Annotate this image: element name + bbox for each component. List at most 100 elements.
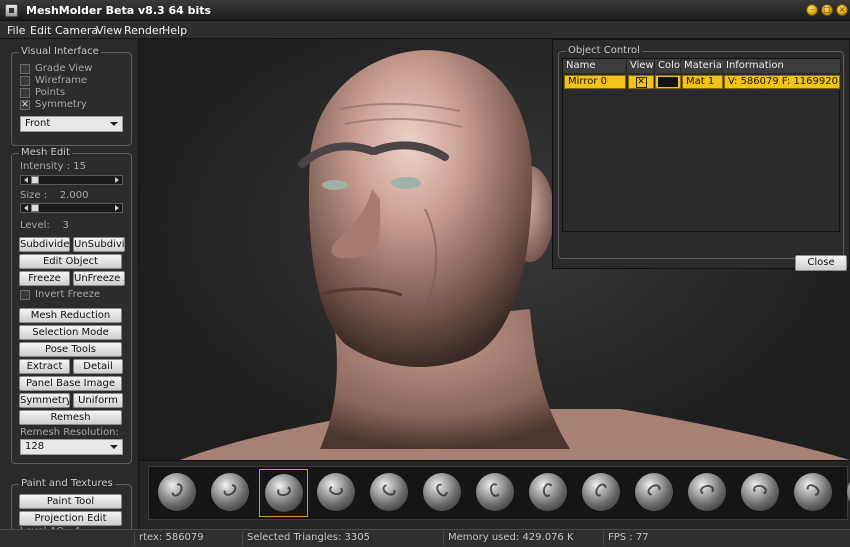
mesh-edit-title: Mesh Edit <box>19 147 72 158</box>
brush-item[interactable] <box>206 469 255 517</box>
size-label: Size : 2.000 <box>20 190 89 201</box>
brush-snake-icon <box>635 473 673 511</box>
points-label: Points <box>35 87 66 98</box>
col-header-name[interactable]: Name <box>563 59 627 73</box>
brush-item[interactable] <box>524 469 573 517</box>
col-header-information[interactable]: Information <box>723 59 841 73</box>
col-header-color[interactable]: Color <box>655 59 684 73</box>
brush-move-icon <box>582 473 620 511</box>
extract-button[interactable]: Extract <box>19 359 70 374</box>
brush-item[interactable] <box>471 469 520 517</box>
chevron-down-icon <box>110 122 118 126</box>
remesh-button[interactable]: Remesh <box>19 410 122 425</box>
menu-camera[interactable]: Camera <box>55 24 98 37</box>
view-select-value: Front <box>25 118 51 129</box>
title-bar: MeshMolder Beta v8.3 64 bits – □ × <box>0 0 850 21</box>
slider-thumb[interactable] <box>31 176 39 184</box>
symmetry-button[interactable]: Symmetry <box>19 393 70 408</box>
arrow-right-icon[interactable] <box>115 205 119 211</box>
brush-clay-icon <box>476 473 514 511</box>
arrow-right-icon[interactable] <box>115 177 119 183</box>
brush-item[interactable] <box>736 469 785 517</box>
projection-edit-button[interactable]: Projection Edit <box>19 511 122 526</box>
close-button[interactable]: Close <box>795 255 847 271</box>
level-value: 3 <box>62 220 69 231</box>
grade-view-label: Grade View <box>35 63 93 74</box>
size-slider[interactable] <box>20 203 123 213</box>
menu-view[interactable]: View <box>96 24 122 37</box>
points-checkbox[interactable] <box>20 88 30 98</box>
object-table: Name View Color Material Information Mir… <box>562 58 841 232</box>
object-control-title: Object Control <box>566 45 642 56</box>
detail-button[interactable]: Detail <box>73 359 123 374</box>
intensity-label: Intensity : 15 <box>20 161 86 172</box>
grade-view-checkbox[interactable] <box>20 64 30 74</box>
object-information-cell: V: 586079 F: 1169920 <box>724 75 840 89</box>
minimize-icon[interactable]: – <box>806 4 818 16</box>
slider-thumb[interactable] <box>31 204 39 212</box>
remesh-resolution-select[interactable]: 128 <box>20 439 123 455</box>
status-selected-triangles: Selected Triangles: 3305 <box>242 532 442 546</box>
status-fps: FPS : 77 <box>603 532 850 546</box>
freeze-button[interactable]: Freeze <box>19 271 70 286</box>
edit-object-button[interactable]: Edit Object <box>19 254 122 269</box>
level-label: Level: 3 <box>20 220 69 231</box>
brush-item[interactable] <box>153 469 202 517</box>
object-material-cell[interactable]: Mat 1 <box>682 75 723 89</box>
status-memory: Memory used: 429.076 K <box>443 532 603 546</box>
menu-render[interactable]: Render <box>124 24 163 37</box>
brush-standard-icon <box>158 473 196 511</box>
table-row[interactable]: Mirror 0 ✕ Mat 1 V: 586079 F: 1169920 <box>564 74 840 90</box>
subdivide-button[interactable]: Subdivide <box>19 237 70 252</box>
brush-item[interactable] <box>842 469 850 517</box>
brush-item[interactable] <box>418 469 467 517</box>
brush-nudge-icon <box>794 473 832 511</box>
pose-tools-button[interactable]: Pose Tools <box>19 342 122 357</box>
panel-base-image-button[interactable]: Panel Base Image <box>19 376 122 391</box>
menu-help[interactable]: Help <box>162 24 187 37</box>
col-header-view[interactable]: View <box>627 59 655 73</box>
mesh-reduction-button[interactable]: Mesh Reduction <box>19 308 122 323</box>
wireframe-checkbox[interactable] <box>20 76 30 86</box>
paint-tool-button[interactable]: Paint Tool <box>19 494 122 509</box>
close-icon[interactable]: × <box>836 4 848 16</box>
object-color-cell[interactable] <box>655 75 681 89</box>
status-vertex: rtex: 586079 <box>134 532 242 546</box>
brush-item[interactable] <box>312 469 361 517</box>
menu-edit[interactable]: Edit <box>30 24 51 37</box>
view-checkbox[interactable]: ✕ <box>635 77 647 88</box>
brush-item[interactable] <box>683 469 732 517</box>
maximize-icon[interactable]: □ <box>821 4 833 16</box>
visual-interface-group: Visual Interface Grade View Wireframe Po… <box>11 46 132 146</box>
view-select[interactable]: Front <box>20 116 123 132</box>
status-bar: rtex: 586079 Selected Triangles: 3305 Me… <box>0 529 850 547</box>
unsubdivide-button[interactable]: UnSubdivide <box>73 237 125 252</box>
brush-flatten-icon <box>317 473 355 511</box>
brush-item[interactable] <box>365 469 414 517</box>
object-view-toggle[interactable]: ✕ <box>628 75 654 89</box>
uniform-button[interactable]: Uniform <box>73 393 123 408</box>
col-header-material[interactable]: Material <box>681 59 725 73</box>
brush-item[interactable] <box>577 469 626 517</box>
color-swatch[interactable] <box>658 77 678 87</box>
intensity-value: 15 <box>73 161 86 172</box>
brush-item[interactable] <box>259 469 308 517</box>
invert-freeze-checkbox[interactable] <box>20 290 30 300</box>
size-value: 2.000 <box>59 190 89 201</box>
brush-strip <box>148 466 850 520</box>
chevron-down-icon <box>110 445 118 449</box>
object-control-group: Object Control Name View Color Material … <box>558 45 847 271</box>
symmetry-checkbox[interactable]: ✕ <box>20 100 30 110</box>
arrow-left-icon[interactable] <box>24 205 28 211</box>
unfreeze-all-button[interactable]: UnFreeze All <box>73 271 125 286</box>
intensity-slider[interactable] <box>20 175 123 185</box>
menu-file[interactable]: File <box>7 24 25 37</box>
arrow-left-icon[interactable] <box>24 177 28 183</box>
brush-item[interactable] <box>630 469 679 517</box>
brush-crease-icon <box>370 473 408 511</box>
brush-item[interactable] <box>789 469 838 517</box>
brush-pinch-icon <box>423 473 461 511</box>
object-name-cell[interactable]: Mirror 0 <box>564 75 626 89</box>
brush-bar <box>140 460 850 529</box>
selection-mode-button[interactable]: Selection Mode <box>19 325 122 340</box>
